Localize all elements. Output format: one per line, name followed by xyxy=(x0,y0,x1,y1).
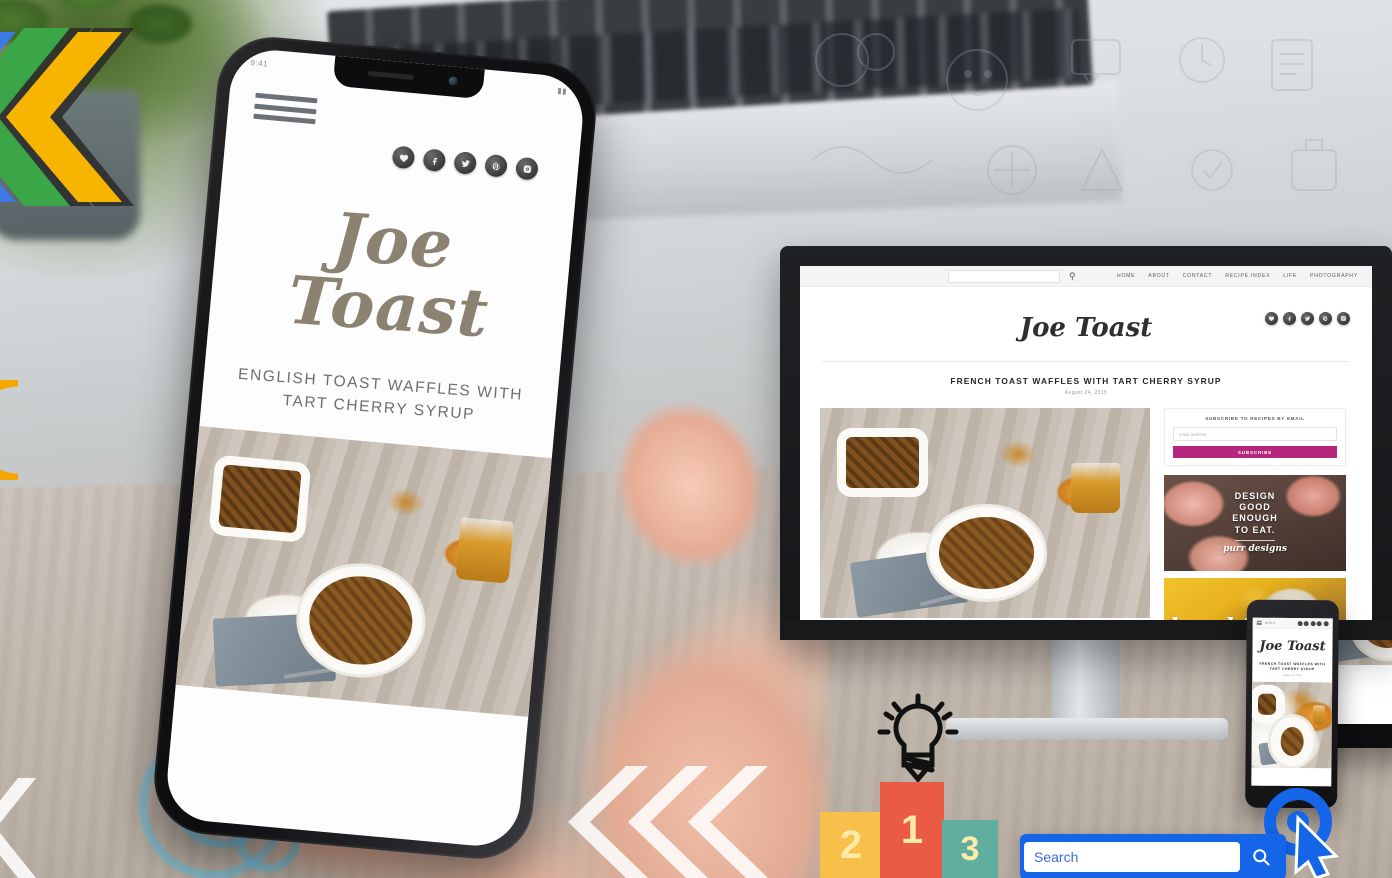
phone-social-row xyxy=(250,133,539,181)
hamburger-menu-icon[interactable] xyxy=(253,92,318,125)
menu-label[interactable]: MENU xyxy=(1265,621,1275,625)
earpiece-speaker xyxy=(367,70,414,80)
nav-item-life[interactable]: LIFE xyxy=(1283,273,1297,279)
ad-line-1: DESIGN xyxy=(1234,490,1276,501)
podium-block-second: 2 xyxy=(820,812,882,878)
podium-block-third: 3 xyxy=(942,820,998,878)
subscribe-widget: SUBSCRIBE TO RECIPES BY EMAIL email addr… xyxy=(1164,408,1346,466)
facebook-icon[interactable] xyxy=(1283,312,1296,325)
instagram-icon[interactable] xyxy=(514,156,539,181)
sidebar-ad-design[interactable]: DESIGN GOOD ENOUGH TO EAT. purr designs xyxy=(1164,475,1346,571)
twitter-icon[interactable] xyxy=(1301,312,1314,325)
post-main-column: It's National Waffle Day! I am having a … xyxy=(820,408,1150,620)
bloglovin-icon[interactable] xyxy=(391,145,416,170)
bloglovin-icon[interactable] xyxy=(1265,312,1278,325)
nav-item-home[interactable]: HOME xyxy=(1117,273,1135,279)
facebook-icon[interactable] xyxy=(1303,620,1309,626)
monitor-stand-neck xyxy=(1052,640,1120,726)
twitter-icon[interactable] xyxy=(1310,620,1316,626)
email-field[interactable]: email address xyxy=(1173,427,1337,441)
chevron-left-logo xyxy=(0,22,146,212)
phone-mockup-small[interactable]: MENU Joe Toast FRENCH TOAST WAFFLES WITH… xyxy=(1245,599,1339,809)
phone-screen[interactable]: 9:41 ▮▮ Joe Toast ENGLISH TOAST WAFFLES … xyxy=(163,46,587,850)
phone-mockup-large[interactable]: 9:41 ▮▮ Joe Toast ENGLISH TOAST WAFFLES … xyxy=(149,32,601,864)
status-time: 9:41 xyxy=(250,57,269,69)
search-icon xyxy=(1253,849,1270,866)
pinterest-icon[interactable] xyxy=(1319,312,1332,325)
search-input[interactable] xyxy=(948,269,1060,283)
post-title: FRENCH TOAST WAFFLES WITH TART CHERRY SY… xyxy=(950,376,1222,386)
site-nav: HOME ABOUT CONTACT RECIPE INDEX LIFE PHO… xyxy=(1117,273,1358,279)
ad-line-2: GOOD xyxy=(1239,502,1271,513)
subscribe-heading: SUBSCRIBE TO RECIPES BY EMAIL xyxy=(1205,416,1305,421)
white-chevrons-decor xyxy=(556,766,771,878)
sidebar: SUBSCRIBE TO RECIPES BY EMAIL email addr… xyxy=(1164,408,1346,620)
post-photo xyxy=(175,425,552,717)
divider xyxy=(1235,539,1275,541)
yellow-arc-decor xyxy=(0,377,28,483)
nav-item-recipe-index[interactable]: RECIPE INDEX xyxy=(1225,273,1270,279)
social-row xyxy=(1297,620,1329,626)
hamburger-menu-icon[interactable] xyxy=(1256,620,1262,625)
site-social-row xyxy=(1265,312,1350,325)
post-header: FRENCH TOAST WAFFLES WITH TART CHERRY SY… xyxy=(800,376,1372,396)
ad-signature: purr designs xyxy=(1223,543,1287,554)
post-date: August 24, 2015 xyxy=(1064,390,1108,396)
search-input[interactable] xyxy=(1024,842,1240,872)
post-photo xyxy=(1251,681,1333,769)
nav-item-contact[interactable]: CONTACT xyxy=(1183,273,1213,279)
instagram-icon[interactable] xyxy=(1323,620,1329,626)
phone-site-content: Joe Toast ENGLISH TOAST WAFFLES WITH TAR… xyxy=(175,47,587,717)
screenshot-stage: 9:41 ▮▮ Joe Toast ENGLISH TOAST WAFFLES … xyxy=(0,0,1392,878)
monitor-stand-foot xyxy=(946,718,1228,740)
podium-ranking: 2 1 3 xyxy=(820,782,1010,878)
search-button[interactable] xyxy=(1240,842,1282,872)
divider xyxy=(822,361,1350,362)
front-camera xyxy=(448,76,458,86)
instagram-icon[interactable] xyxy=(1337,312,1350,325)
search-icon[interactable]: ⚲ xyxy=(1069,271,1076,282)
search-bar[interactable] xyxy=(1020,834,1286,878)
status-battery: ▮▮ xyxy=(556,85,568,96)
site-header: MENU xyxy=(1252,617,1333,630)
facebook-icon[interactable] xyxy=(422,148,447,173)
monitor-screen[interactable]: ⚲ HOME ABOUT CONTACT RECIPE INDEX LIFE P… xyxy=(800,266,1372,620)
ad-line-3: ENOUGH xyxy=(1232,513,1278,524)
post-photo xyxy=(820,408,1150,618)
site-body: It's National Waffle Day! I am having a … xyxy=(800,408,1372,620)
podium-block-first: 1 xyxy=(880,782,944,878)
nav-item-photography[interactable]: PHOTOGRAPHY xyxy=(1310,273,1358,279)
pinterest-icon[interactable] xyxy=(1317,620,1323,626)
phone-screen[interactable]: MENU Joe Toast FRENCH TOAST WAFFLES WITH… xyxy=(1251,617,1333,787)
twitter-icon[interactable] xyxy=(453,151,478,175)
nav-item-about[interactable]: ABOUT xyxy=(1148,273,1169,279)
pinterest-icon[interactable] xyxy=(484,153,509,178)
site-logo: Joe Toast xyxy=(285,197,492,353)
white-chevron-corner-decor xyxy=(0,778,36,878)
post-date: August 24, 2015 xyxy=(1282,674,1302,678)
site-top-bar: ⚲ HOME ABOUT CONTACT RECIPE INDEX LIFE P… xyxy=(800,266,1372,287)
ad-line-4: TO EAT. xyxy=(1234,524,1276,535)
post-title: ENGLISH TOAST WAFFLES WITH TART CHERRY S… xyxy=(237,365,524,424)
bloglovin-icon[interactable] xyxy=(1297,620,1303,626)
post-title: FRENCH TOAST WAFFLES WITH TART CHERRY SY… xyxy=(1259,661,1326,672)
site-logo: Joe Toast xyxy=(1259,638,1326,655)
subscribe-button[interactable]: SUBSCRIBE xyxy=(1173,446,1337,458)
lightbulb-icon xyxy=(872,692,964,788)
